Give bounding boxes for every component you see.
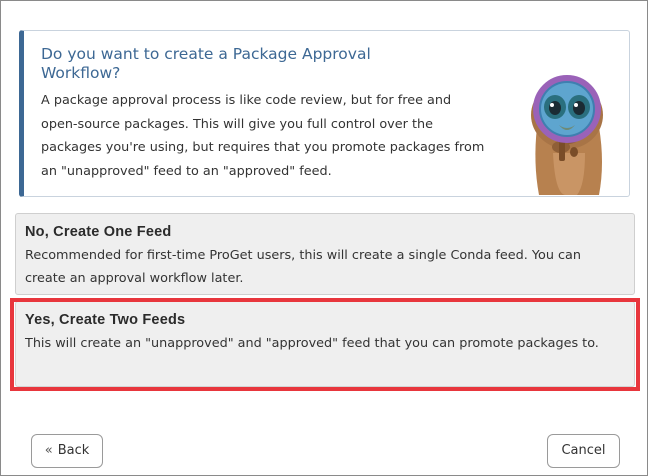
cancel-button[interactable]: Cancel <box>547 434 620 468</box>
callout-body: A package approval process is like code … <box>41 93 485 179</box>
double-chevron-left-icon: « <box>44 443 53 458</box>
option-description: Recommended for first-time ProGet users,… <box>25 248 582 286</box>
option-title: No, Create One Feed <box>25 224 172 240</box>
option-create-two-feeds[interactable]: Yes, Create Two Feeds This will create a… <box>15 301 635 387</box>
cancel-button-label: Cancel <box>561 443 606 458</box>
option-description: This will create an "unapproved" and "ap… <box>25 336 599 351</box>
option-create-one-feed[interactable]: No, Create One Feed Recommended for firs… <box>15 213 635 295</box>
dialog-frame: Do you want to create a Package Approval… <box>0 0 648 476</box>
groundhog-magnifier-icon <box>531 75 603 195</box>
option-title: Yes, Create Two Feeds <box>25 312 186 328</box>
callout-title: Do you want to create a Package Approval… <box>41 45 371 82</box>
back-button[interactable]: « Back <box>31 434 103 468</box>
approval-workflow-callout: Do you want to create a Package Approval… <box>19 30 630 197</box>
back-button-label: Back <box>57 443 90 458</box>
